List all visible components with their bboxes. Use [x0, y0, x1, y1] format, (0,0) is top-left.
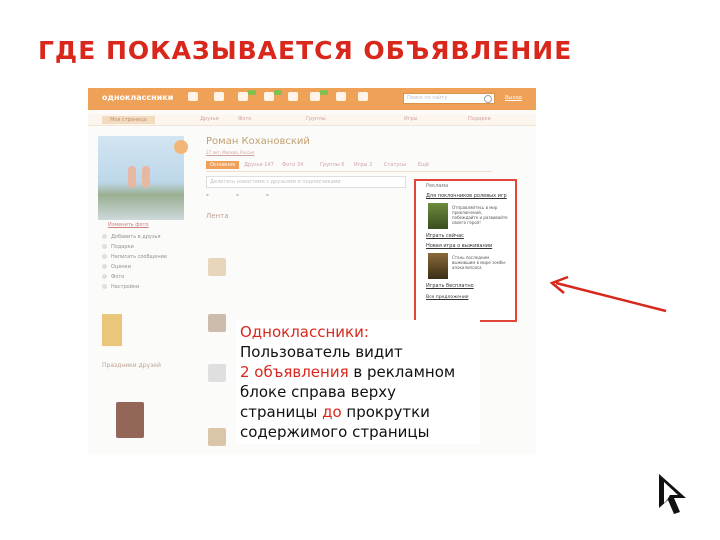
arrow-icon — [549, 275, 667, 313]
left-menu-item[interactable]: Написать сообщение — [102, 254, 167, 260]
ad2-image[interactable] — [428, 253, 448, 279]
profile-tab[interactable]: Статусы — [384, 162, 406, 168]
nav-item[interactable]: Группы — [306, 116, 326, 122]
ad1-image[interactable] — [428, 203, 448, 229]
profile-tab[interactable]: Фото 34 — [282, 162, 303, 168]
search-icon[interactable] — [484, 95, 492, 103]
ad2-text: Стань последним выжившим в мире зомби-ап… — [452, 255, 507, 270]
profile-tab[interactable]: Основное — [206, 161, 240, 169]
slide-title: ГДЕ ПОКАЗЫВАЕТСЯ ОБЪЯВЛЕНИЕ — [38, 36, 573, 65]
nav-item[interactable]: Подарки — [468, 116, 491, 122]
music-icon[interactable] — [336, 92, 346, 101]
caption: Одноклассники: Пользователь видит 2 объя… — [236, 320, 480, 444]
ad-more-link[interactable]: Все предложения — [426, 295, 468, 300]
caption-site: Одноклассники: — [240, 323, 369, 341]
profile-meta[interactable]: 27 лет, Москва, Россия — [206, 150, 254, 155]
video-icon[interactable] — [358, 92, 368, 101]
nav-item[interactable]: Моя страница — [102, 116, 155, 124]
photo-action[interactable]: ▪ — [206, 192, 209, 197]
ad-header: Реклама — [426, 183, 449, 189]
guests-icon[interactable] — [264, 92, 274, 101]
profile-tab[interactable]: Группы 6 — [320, 162, 344, 168]
friend-photo[interactable] — [116, 402, 144, 438]
logo-icon — [659, 474, 686, 514]
notification-badge — [248, 90, 256, 95]
left-menu-item[interactable]: Добавить в друзья — [102, 234, 161, 240]
nav-item[interactable]: Друзья — [200, 116, 219, 122]
notifications-icon[interactable] — [238, 92, 248, 101]
ad2-link[interactable]: Играть бесплатно — [426, 283, 474, 289]
profile-name: Роман Кохановский — [206, 136, 310, 147]
profile-tab[interactable]: Игры 2 — [354, 162, 372, 168]
left-menu-item[interactable]: Подарки — [102, 244, 134, 250]
ad2-title[interactable]: Новая игра о выживании — [426, 243, 492, 249]
site-nav: Моя страница Друзья Фото Группы Игры Под… — [88, 114, 536, 126]
payments-icon[interactable] — [310, 92, 320, 101]
profile-tabs: Основное Друзья 147 Фото 34 Группы 6 Игр… — [206, 160, 492, 172]
left-menu-item[interactable]: Оценки — [102, 264, 131, 270]
search-input[interactable]: Поиск по сайту — [403, 93, 495, 104]
promo-image — [102, 314, 122, 346]
feed-avatar[interactable] — [208, 428, 226, 446]
promo-box[interactable] — [102, 314, 182, 348]
payments-badge — [320, 90, 328, 95]
site-topbar: одноклассники Поиск по сайту Выход — [88, 88, 536, 110]
profile-tab[interactable]: Ещё — [418, 162, 429, 168]
site-logo[interactable]: одноклассники — [102, 93, 173, 102]
left-menu-item[interactable]: Фото — [102, 274, 124, 280]
profile-tab[interactable]: Друзья 147 — [244, 162, 274, 168]
ad1-title[interactable]: Для поклонников ролевых игр — [426, 193, 507, 199]
feed-avatar[interactable] — [208, 314, 226, 332]
discussions-icon[interactable] — [214, 92, 224, 101]
profile-photo[interactable] — [98, 136, 184, 220]
feed-avatar[interactable] — [208, 258, 226, 276]
music-action[interactable]: ▪ — [266, 192, 269, 197]
photo-person — [128, 166, 136, 188]
video-action[interactable]: ▪ — [236, 192, 239, 197]
caption-text: Пользователь видит — [240, 343, 403, 361]
gift-icon[interactable] — [174, 140, 188, 154]
ad1-text: Отправляйтесь в мир приключений, побежда… — [452, 205, 508, 225]
friends-section-title: Праздники друзей — [102, 362, 161, 369]
change-photo-link[interactable]: Изменить фото — [108, 222, 149, 228]
feed-avatar[interactable] — [208, 364, 226, 382]
photo-person — [142, 166, 150, 188]
messages-icon[interactable] — [188, 92, 198, 101]
ad-block: Реклама Для поклонников ролевых игр Отпр… — [414, 179, 517, 322]
status-input[interactable]: Делитесь новостями с друзьями и подписчи… — [206, 176, 406, 188]
exit-link[interactable]: Выход — [505, 95, 522, 101]
caption-highlight: до — [322, 403, 342, 421]
guests-badge — [274, 90, 282, 95]
caption-highlight: 2 объявления — [240, 363, 349, 381]
nav-item[interactable]: Игры — [404, 116, 418, 122]
left-menu-item[interactable]: Настройки — [102, 284, 139, 290]
ad1-link[interactable]: Играть сейчас — [426, 233, 464, 239]
ratings-icon[interactable] — [288, 92, 298, 101]
feed-title: Лента — [206, 212, 229, 220]
nav-item[interactable]: Фото — [238, 116, 251, 122]
